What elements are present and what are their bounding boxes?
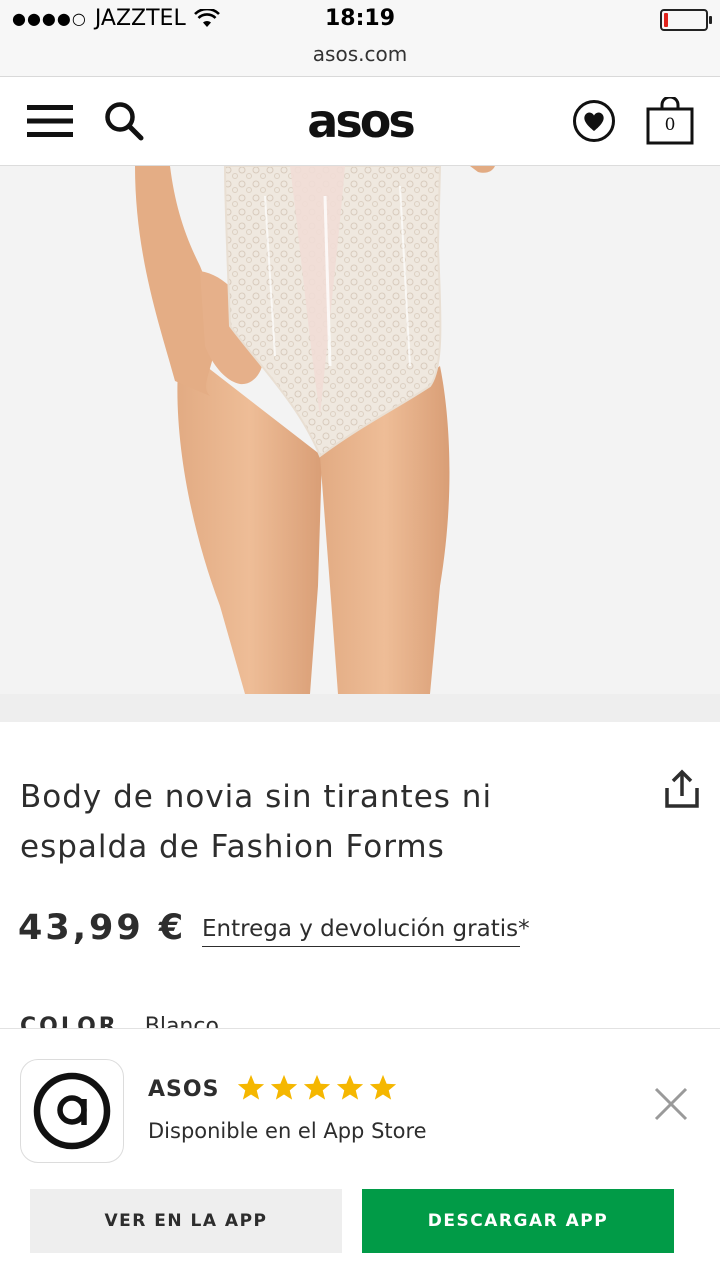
product-price: 43,99 € bbox=[18, 908, 187, 948]
bag-count: 0 bbox=[664, 115, 676, 135]
status-bar: ●●●●○ JAZZTEL 18:19 asos.com bbox=[0, 0, 720, 77]
wishlist-heart-icon[interactable] bbox=[566, 77, 622, 165]
battery-icon bbox=[660, 9, 712, 31]
app-install-banner: ASOS Disponible en el App Store VER EN L… bbox=[0, 1028, 720, 1281]
menu-icon[interactable] bbox=[22, 77, 78, 165]
share-icon[interactable] bbox=[662, 768, 702, 812]
star-icon bbox=[369, 1074, 397, 1100]
bag-icon[interactable]: 0 bbox=[640, 77, 700, 165]
app-store-availability: Disponible en el App Store bbox=[148, 1119, 427, 1143]
app-name: ASOS bbox=[148, 1077, 220, 1102]
star-icon bbox=[237, 1074, 265, 1100]
product-title-line-1: Body de novia sin tirantes ni bbox=[20, 779, 493, 815]
product-title: Body de novia sin tirantes ni espalda de… bbox=[20, 772, 620, 872]
color-value: Blanco bbox=[144, 1014, 219, 1028]
color-label: COLOR bbox=[20, 1014, 119, 1028]
url-bar[interactable]: asos.com bbox=[0, 42, 720, 66]
star-icon bbox=[336, 1074, 364, 1100]
star-icon bbox=[270, 1074, 298, 1100]
site-header: asos 0 bbox=[0, 77, 720, 166]
download-app-button[interactable]: DESCARGAR APP bbox=[362, 1189, 674, 1253]
close-icon[interactable] bbox=[650, 1083, 692, 1125]
clock: 18:19 bbox=[324, 6, 396, 31]
product-photo bbox=[0, 166, 720, 694]
image-divider bbox=[0, 694, 720, 722]
product-image[interactable] bbox=[0, 166, 720, 694]
product-title-line-2: espalda de Fashion Forms bbox=[20, 829, 445, 865]
asos-logo[interactable]: asos bbox=[260, 91, 460, 151]
asos-app-icon bbox=[20, 1059, 124, 1163]
free-delivery-link[interactable]: Entrega y devolución gratis* bbox=[202, 916, 530, 947]
search-icon[interactable] bbox=[96, 77, 152, 165]
star-icon bbox=[303, 1074, 331, 1100]
color-row: COLOR Blanco bbox=[20, 1014, 219, 1028]
rating-stars bbox=[236, 1073, 398, 1103]
open-in-app-button[interactable]: VER EN LA APP bbox=[30, 1189, 342, 1253]
